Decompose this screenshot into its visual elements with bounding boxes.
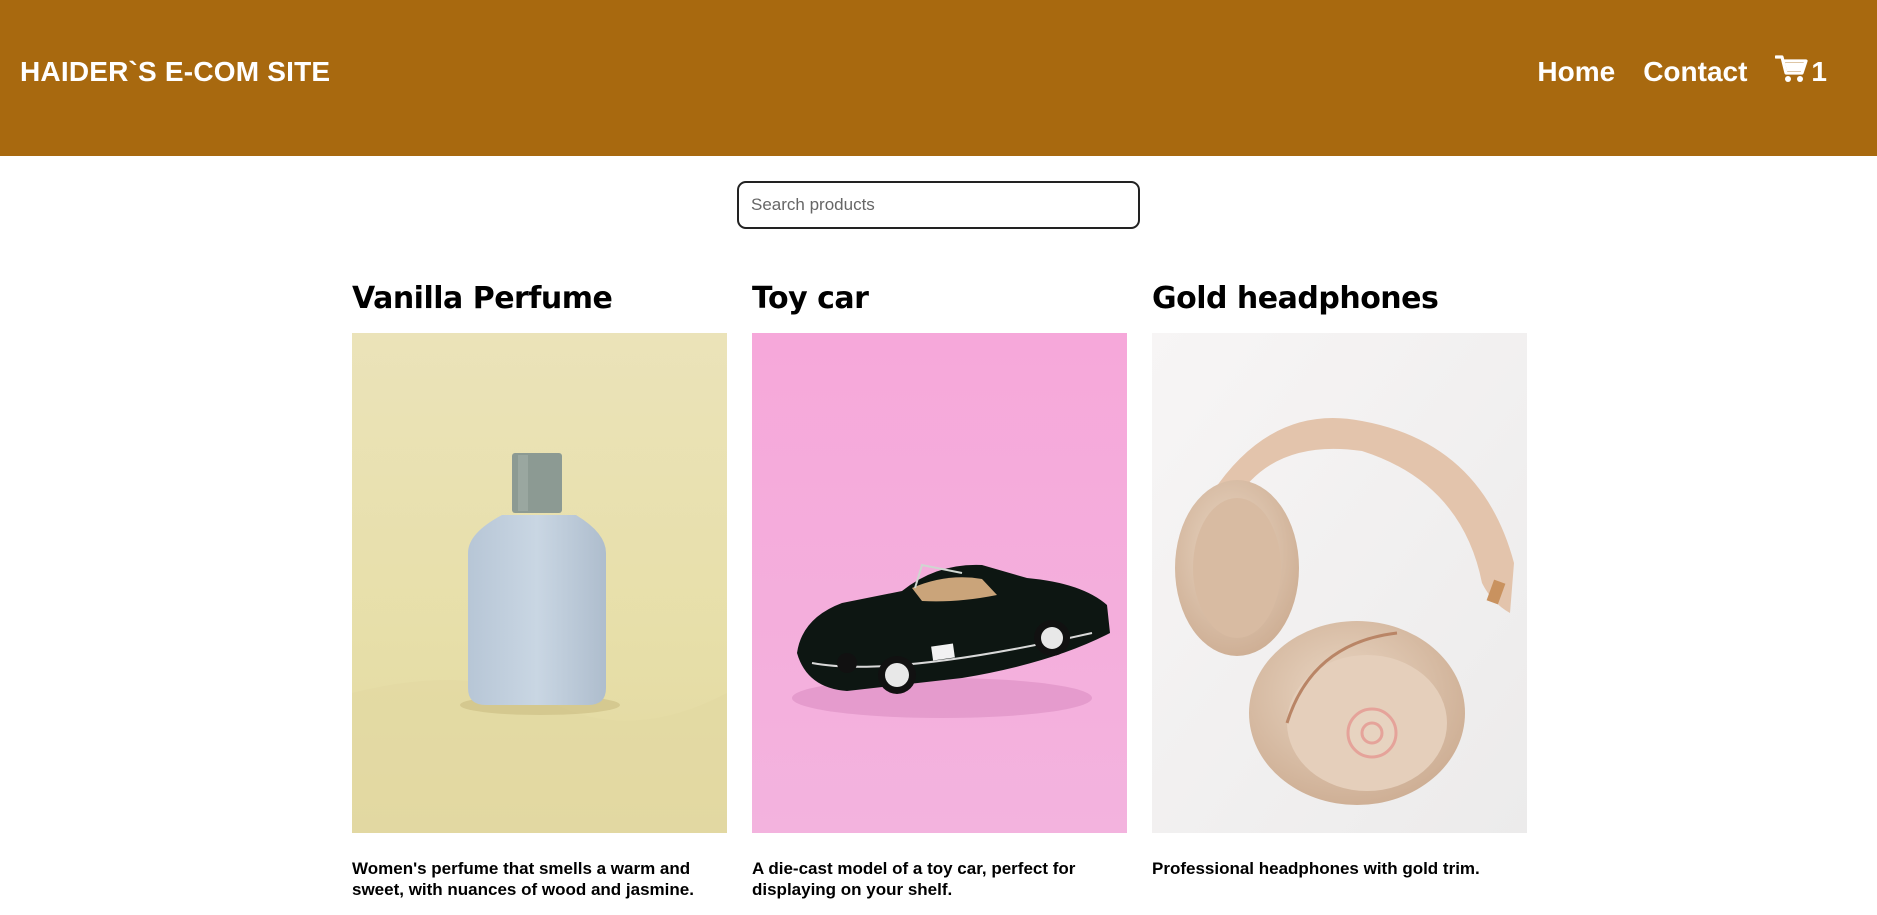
product-description: A die-cast model of a toy car, perfect f…	[752, 859, 1076, 899]
cart-icon	[1774, 54, 1811, 91]
product-description: Professional headphones with gold trim.	[1152, 859, 1480, 878]
product-title[interactable]: Gold headphones	[1152, 281, 1527, 333]
product-grid: Vanilla Perfume Women's perfume that sme…	[352, 281, 1877, 900]
product-card[interactable]: Vanilla Perfume Women's perfume that sme…	[352, 281, 727, 900]
product-description: Women's perfume that smells a warm and s…	[352, 859, 694, 899]
product-image-perfume[interactable]	[352, 333, 727, 833]
product-card[interactable]: Toy car A die-cast model of a toy car, p…	[752, 281, 1127, 900]
product-title[interactable]: Vanilla Perfume	[352, 281, 727, 333]
product-image-toy-car[interactable]	[752, 333, 1127, 833]
product-card[interactable]: Gold headphones Professional headphones …	[1152, 281, 1527, 900]
product-title[interactable]: Toy car	[752, 281, 1127, 333]
search-bar	[0, 181, 1877, 229]
nav-contact-link[interactable]: Contact	[1643, 56, 1747, 88]
cart-button[interactable]: 1	[1774, 54, 1827, 91]
nav-home-link[interactable]: Home	[1537, 56, 1615, 88]
main-nav: Home Contact 1	[1537, 54, 1827, 91]
cart-count: 1	[1811, 56, 1827, 87]
search-input[interactable]	[737, 181, 1140, 229]
site-brand[interactable]: HAIDER`S E-COM SITE	[20, 56, 330, 88]
site-header: HAIDER`S E-COM SITE Home Contact 1	[0, 0, 1877, 156]
product-image-headphones[interactable]	[1152, 333, 1527, 833]
